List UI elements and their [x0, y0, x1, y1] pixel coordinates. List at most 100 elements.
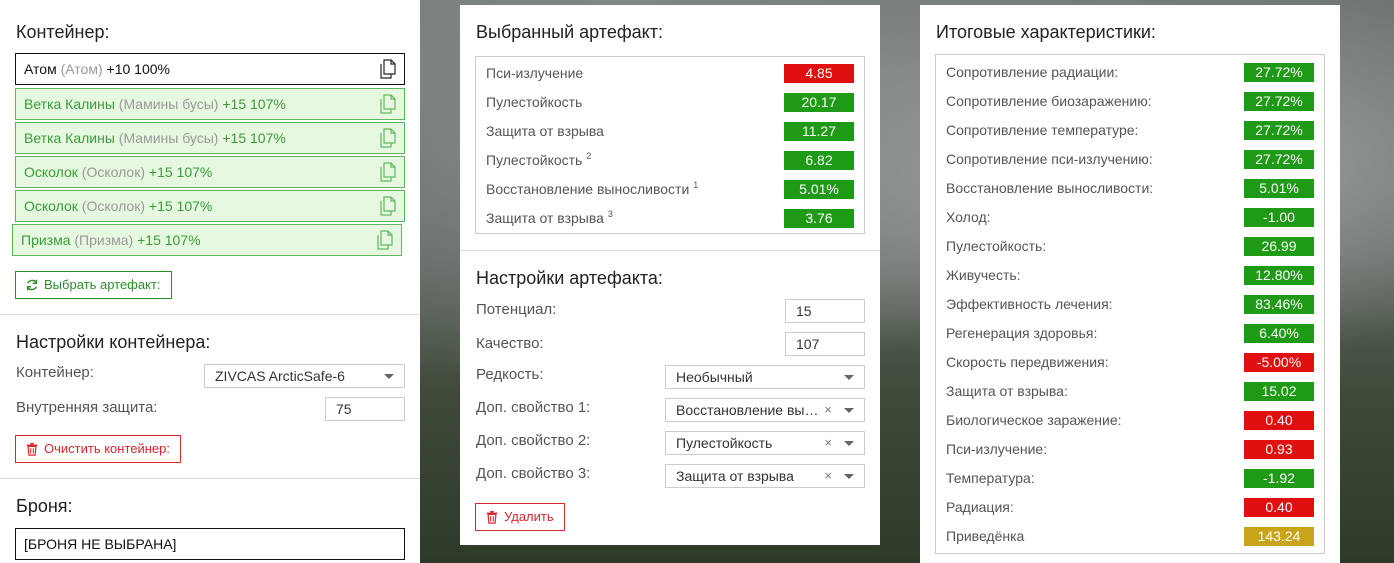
- document-copy-icon[interactable]: [380, 59, 396, 79]
- stat-row: Температура: -1.92: [946, 468, 1314, 488]
- chevron-down-icon: [844, 375, 854, 380]
- container-label: Контейнер:: [16, 364, 94, 381]
- artifact-stats-box: Пси-излучение 4.85 Пулестойкость 20.17 Защит…: [475, 56, 865, 234]
- stat-row: Приведёнка 143.24: [946, 526, 1314, 546]
- stat-row: Защита от взрыва 3 3.76: [486, 208, 854, 228]
- container-panel: Контейнер: Атом (Атом) +10 100% Ветка Кал…: [0, 0, 420, 563]
- artifact-slot[interactable]: Призма (Призма) +15 107%: [12, 224, 402, 256]
- stat-value-badge: 143.24: [1244, 527, 1314, 546]
- document-copy-icon[interactable]: [377, 230, 393, 250]
- delete-artifact-label: Удалить: [504, 509, 554, 524]
- stat-value-badge: 20.17: [784, 93, 854, 112]
- stat-label: Восстановление выносливости: [486, 181, 690, 197]
- stat-row: Защита от взрыва: 15.02: [946, 381, 1314, 401]
- divider: [460, 250, 880, 251]
- stat-value-badge: 27.72%: [1244, 121, 1314, 140]
- stat-label: Пси-излучение: [486, 65, 584, 81]
- artifact-slot[interactable]: Осколок (Осколок) +15 107%: [15, 156, 405, 188]
- artifact-slot-name: Осколок: [24, 164, 78, 180]
- artifact-slot-alt: (Мамины бусы): [118, 130, 219, 146]
- extra3-select[interactable]: Защита от взрыва ×: [665, 464, 865, 488]
- artifact-slot[interactable]: Осколок (Осколок) +15 107%: [15, 190, 405, 222]
- divider: [0, 478, 420, 479]
- stat-value-badge: 3.76: [784, 209, 854, 228]
- artifact-title: Выбранный артефакт:: [476, 22, 663, 42]
- container-title: Контейнер:: [16, 22, 110, 42]
- stat-label: Пулестойкость:: [946, 238, 1047, 254]
- stat-label: Скорость передвижения:: [946, 354, 1109, 370]
- stat-label: Холод:: [946, 209, 991, 225]
- stat-value-badge: 6.82: [784, 151, 854, 170]
- extra2-select-value: Пулестойкость: [676, 435, 773, 451]
- stat-row: Восстановление выносливости: 5.01%: [946, 178, 1314, 198]
- select-artifact-button[interactable]: Выбрать артефакт:: [15, 271, 172, 299]
- stat-row: Холод: -1.00: [946, 207, 1314, 227]
- stat-label: Температура:: [946, 470, 1035, 486]
- stat-value-badge: 27.72%: [1244, 63, 1314, 82]
- artifact-slot-name: Осколок: [24, 198, 78, 214]
- quality-input[interactable]: 107: [785, 332, 865, 356]
- armor-slot[interactable]: [БРОНЯ НЕ ВЫБРАНА]: [15, 528, 405, 560]
- select-artifact-label: Выбрать артефакт:: [44, 277, 161, 292]
- stat-row: Восстановление выносливости 1 5.01%: [486, 179, 854, 199]
- stat-row: Регенерация здоровья: 6.40%: [946, 323, 1314, 343]
- extra2-select[interactable]: Пулестойкость ×: [665, 431, 865, 455]
- stat-row: Пси-излучение: 0.93: [946, 439, 1314, 459]
- armor-slot-value: [БРОНЯ НЕ ВЫБРАНА]: [24, 536, 177, 552]
- clear-extra1-icon[interactable]: ×: [824, 399, 832, 421]
- stat-value-badge: 27.72%: [1244, 92, 1314, 111]
- extra3-label: Доп. свойство 3:: [476, 465, 591, 482]
- stat-value-badge: 15.02: [1244, 382, 1314, 401]
- inner-protection-label: Внутренняя защита:: [16, 399, 158, 416]
- artifact-slot[interactable]: Ветка Калины (Мамины бусы) +15 107%: [15, 88, 405, 120]
- document-copy-icon[interactable]: [380, 162, 396, 182]
- chevron-down-icon: [844, 474, 854, 479]
- extra3-select-value: Защита от взрыва: [676, 468, 794, 484]
- stat-value-badge: 5.01%: [784, 180, 854, 199]
- stat-label: Восстановление выносливости:: [946, 180, 1154, 196]
- stat-value-badge: -5.00%: [1244, 353, 1314, 372]
- extra1-label: Доп. свойство 1:: [476, 399, 591, 416]
- stat-row: Радиация: 0.40: [946, 497, 1314, 517]
- stat-value-badge: 11.27: [784, 122, 854, 141]
- extra1-select[interactable]: Восстановление выносливости ×: [665, 398, 865, 422]
- armor-title: Броня:: [16, 496, 73, 516]
- refresh-icon: [26, 279, 38, 291]
- artifact-slot-name: Ветка Калины: [24, 96, 115, 112]
- potential-input[interactable]: 15: [785, 299, 865, 323]
- clear-extra2-icon[interactable]: ×: [824, 432, 832, 454]
- stat-row: Живучесть: 12.80%: [946, 265, 1314, 285]
- container-select-value: ZIVCAS ArcticSafe-6: [215, 368, 345, 384]
- potential-label: Потенциал:: [476, 301, 557, 318]
- artifact-slot-alt: (Осколок): [81, 164, 145, 180]
- artifact-slot-alt: (Осколок): [81, 198, 145, 214]
- stat-label: Защита от взрыва: [486, 123, 604, 139]
- stat-value-badge: 6.40%: [1244, 324, 1314, 343]
- rarity-select[interactable]: Необычный: [665, 365, 865, 389]
- clear-extra3-icon[interactable]: ×: [824, 465, 832, 487]
- stat-value-badge: 5.01%: [1244, 179, 1314, 198]
- chevron-down-icon: [844, 441, 854, 446]
- delete-artifact-button[interactable]: Удалить: [475, 503, 565, 531]
- stat-value-badge: -1.92: [1244, 469, 1314, 488]
- artifact-slot-level: +15 107%: [137, 232, 201, 248]
- artifact-slot-level: +10 100%: [106, 61, 170, 77]
- artifact-slot-alt: (Призма): [74, 232, 134, 248]
- stat-label: Приведёнка: [946, 528, 1025, 544]
- stat-row: Пулестойкость 2 6.82: [486, 150, 854, 170]
- trash-icon: [486, 510, 498, 524]
- inner-protection-input[interactable]: 75: [325, 397, 405, 421]
- stat-sup: 1: [693, 180, 699, 191]
- document-copy-icon[interactable]: [380, 196, 396, 216]
- clear-container-button[interactable]: Очистить контейнер:: [15, 435, 181, 463]
- document-copy-icon[interactable]: [380, 128, 396, 148]
- stat-value-badge: 4.85: [784, 64, 854, 83]
- container-select[interactable]: ZIVCAS ArcticSafe-6: [204, 364, 405, 388]
- artifact-slot[interactable]: Ветка Калины (Мамины бусы) +15 107%: [15, 122, 405, 154]
- stat-row: Сопротивление радиации: 27.72%: [946, 62, 1314, 82]
- document-copy-icon[interactable]: [380, 94, 396, 114]
- artifact-slot[interactable]: Атом (Атом) +10 100%: [15, 53, 405, 85]
- stat-row: Пулестойкость 20.17: [486, 92, 854, 112]
- stat-row: Биологическое заражение: 0.40: [946, 410, 1314, 430]
- extra2-label: Доп. свойство 2:: [476, 432, 591, 449]
